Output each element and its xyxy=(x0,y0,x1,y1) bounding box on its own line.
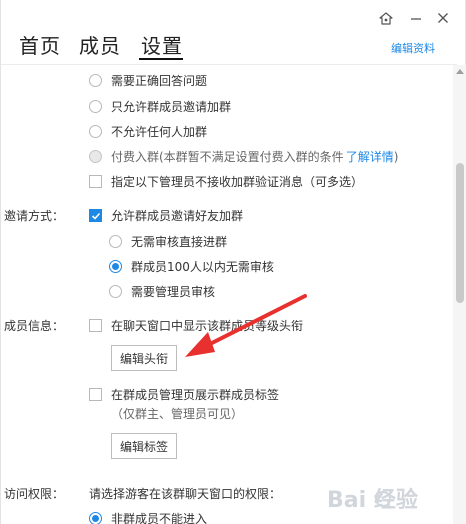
invite-section-label: 邀请方式： xyxy=(4,209,65,223)
allow-invite-label: 允许群成员邀请好友加群 xyxy=(111,209,244,223)
checkbox[interactable] xyxy=(89,175,102,188)
vertical-scrollbar[interactable] xyxy=(453,65,466,524)
show-level-title-option[interactable]: 在聊天窗口中显示该群成员等级头衔 xyxy=(89,317,303,334)
check-icon xyxy=(91,212,100,220)
radio-button[interactable] xyxy=(89,100,102,113)
invite-option-admin-review[interactable]: 需要管理员审核 xyxy=(109,283,215,300)
show-level-title-label: 在聊天窗口中显示该群成员等级头衔 xyxy=(111,319,304,333)
admin-verify-option[interactable]: 指定以下管理员不接收加群验证消息（可多选） xyxy=(89,173,363,190)
edit-title-button[interactable]: 编辑头衔 xyxy=(111,345,178,371)
radio-button-selected[interactable] xyxy=(89,512,102,524)
join-option-member-invite-only[interactable]: 只允许群成员邀请加群 xyxy=(89,98,231,115)
join-option-label: 不允许任何人加群 xyxy=(111,125,208,139)
join-option-label: 付费入群(本群暂不满足设置付费入群的条件 xyxy=(111,150,344,164)
access-option-non-member-blocked[interactable]: 非群成员不能进入 xyxy=(89,510,207,524)
radio-button[interactable] xyxy=(109,235,122,248)
radio-button-selected[interactable] xyxy=(109,260,122,273)
checkbox-checked[interactable] xyxy=(89,209,102,222)
join-option-suffix: ) xyxy=(393,149,399,164)
join-option-label: 需要正确回答问题 xyxy=(111,74,208,88)
group-settings-window: 首页 成员 设置 编辑资料 需要正确回答问题 只允许群成员邀请加群 不允许任何人… xyxy=(0,0,466,524)
invite-option-label: 无需审核直接进群 xyxy=(131,235,228,249)
invite-option-no-review[interactable]: 无需审核直接进群 xyxy=(109,233,227,250)
invite-option-label: 需要管理员审核 xyxy=(131,285,216,299)
minimize-icon[interactable] xyxy=(407,9,425,27)
show-tags-option[interactable]: 在群成员管理页展示群成员标签 xyxy=(89,386,279,403)
show-tags-label: 在群成员管理页展示群成员标签 xyxy=(111,388,280,402)
join-option-answer-question[interactable]: 需要正确回答问题 xyxy=(89,72,207,89)
show-tags-note: （仅群主、管理员可见） xyxy=(111,405,243,422)
invite-option-under-100[interactable]: 群成员100人以内无需审核 xyxy=(109,258,274,275)
join-option-label: 只允许群成员邀请加群 xyxy=(111,100,232,114)
allow-invite-option[interactable]: 允许群成员邀请好友加群 xyxy=(89,207,243,224)
join-option-nobody[interactable]: 不允许任何人加群 xyxy=(89,123,207,140)
scroll-up-arrow-icon[interactable] xyxy=(456,69,464,74)
close-icon[interactable] xyxy=(434,9,452,27)
tab-settings[interactable]: 设置 xyxy=(141,30,183,59)
member-info-section-label: 成员信息： xyxy=(4,319,65,333)
settings-content: 需要正确回答问题 只允许群成员邀请加群 不允许任何人加群 付费入群(本群暂不满足… xyxy=(1,65,453,524)
scrollbar-thumb[interactable] xyxy=(456,163,464,303)
radio-button[interactable] xyxy=(89,74,102,87)
join-option-paid: 付费入群(本群暂不满足设置付费入群的条件 了解详情 ) xyxy=(89,148,398,165)
admin-verify-label: 指定以下管理员不接收加群验证消息（可多选） xyxy=(111,175,364,189)
tab-members[interactable]: 成员 xyxy=(79,30,121,59)
edit-tags-button[interactable]: 编辑标签 xyxy=(111,433,178,459)
radio-button[interactable] xyxy=(89,125,102,138)
active-tab-indicator xyxy=(139,58,183,60)
access-option-label: 非群成员不能进入 xyxy=(111,512,208,524)
learn-more-link[interactable]: 了解详情 xyxy=(346,148,394,165)
access-prompt: 请选择游客在该群聊天窗口的权限： xyxy=(89,485,281,502)
checkbox[interactable] xyxy=(89,319,102,332)
show-tags-note-text: （仅群主、管理员可见） xyxy=(111,407,244,421)
access-section-label: 访问权限： xyxy=(4,487,65,501)
tab-home[interactable]: 首页 xyxy=(19,30,61,59)
radio-button xyxy=(89,150,102,163)
access-prompt-text: 请选择游客在该群聊天窗口的权限： xyxy=(89,487,282,501)
checkbox[interactable] xyxy=(89,388,102,401)
skin-icon[interactable] xyxy=(377,9,395,27)
edit-profile-link[interactable]: 编辑资料 xyxy=(391,40,435,56)
invite-option-label: 群成员100人以内无需审核 xyxy=(131,260,274,274)
radio-button[interactable] xyxy=(109,285,122,298)
